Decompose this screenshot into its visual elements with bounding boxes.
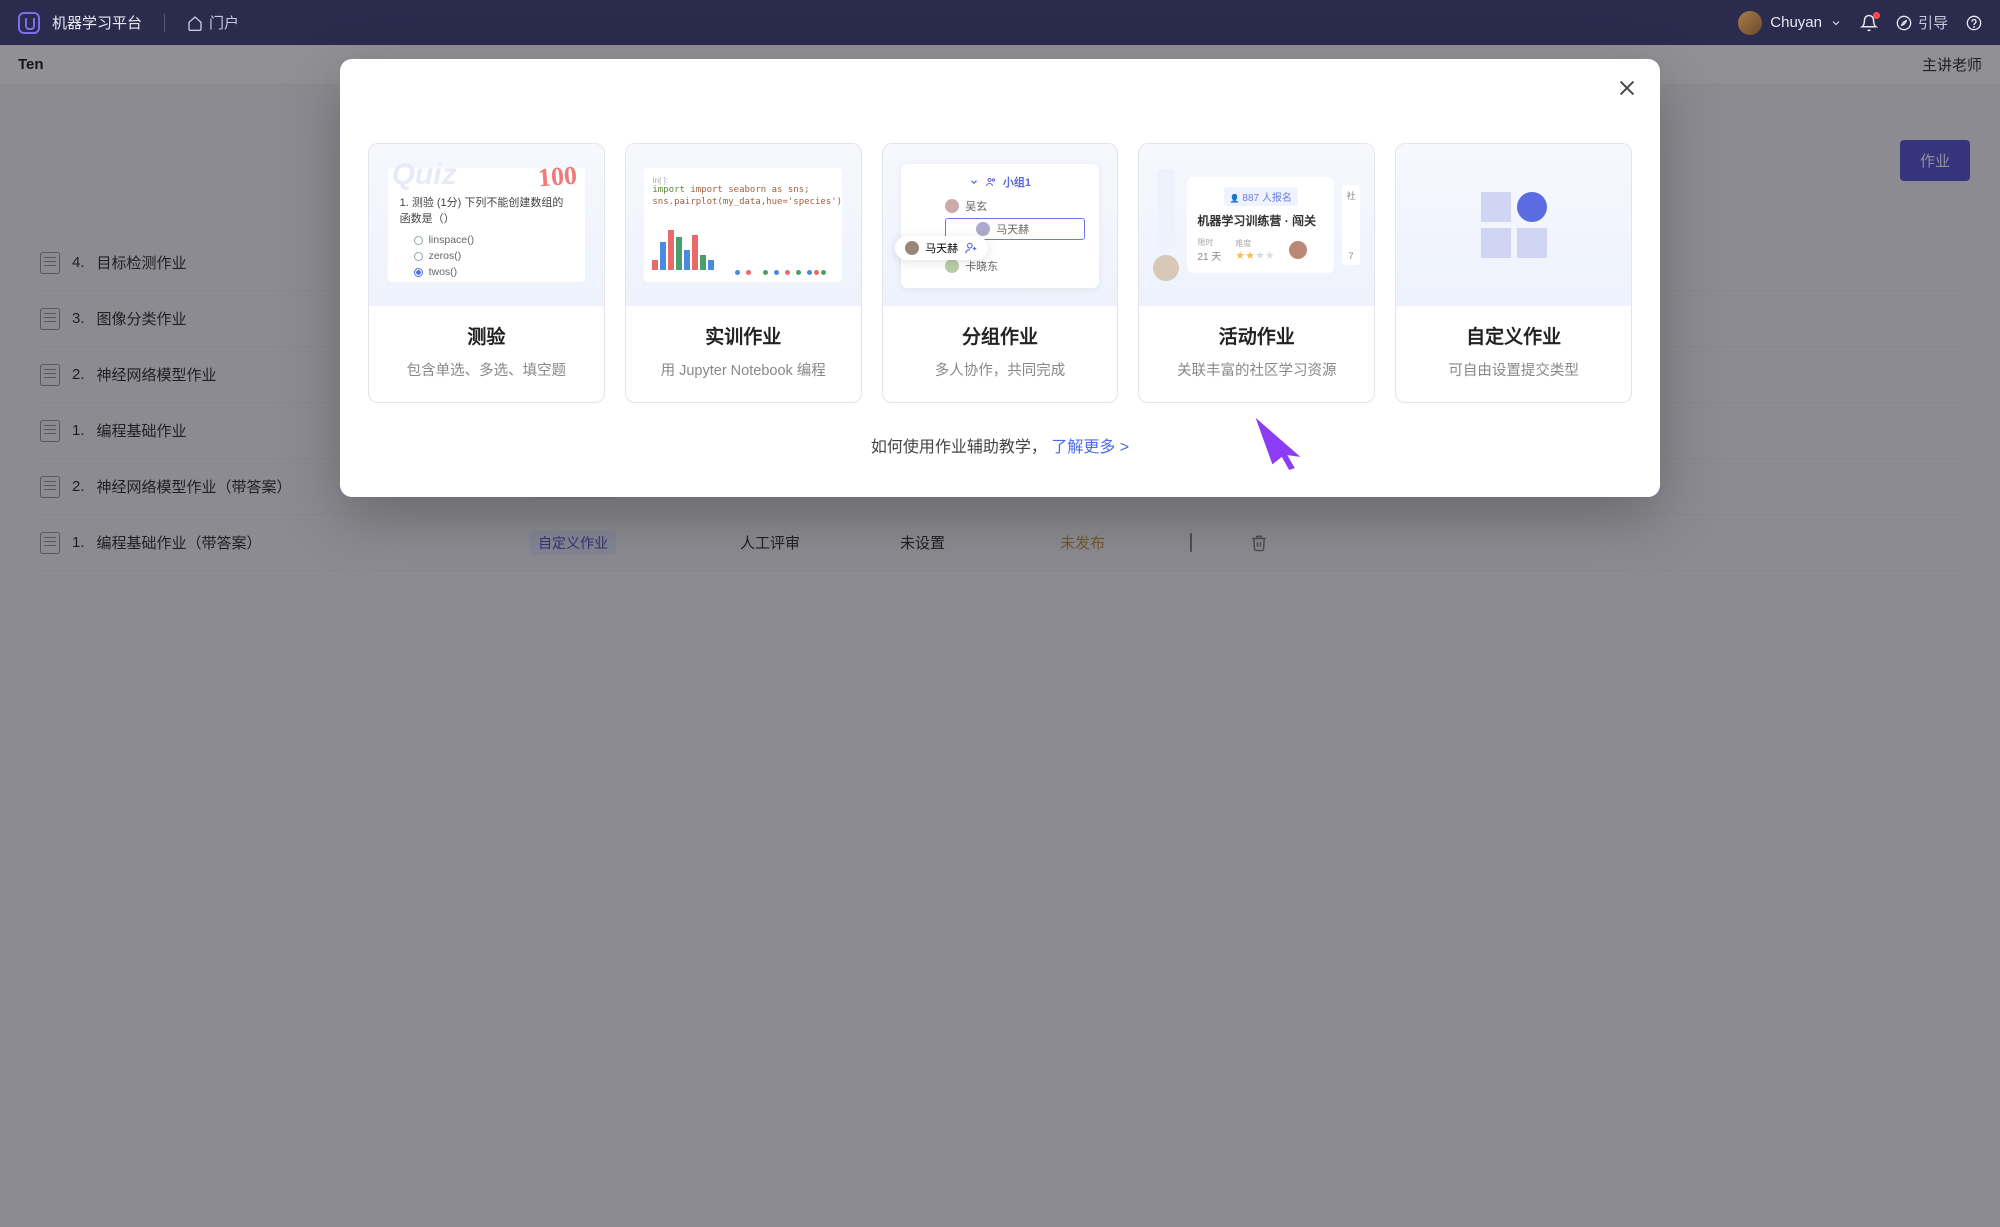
close-button[interactable] [1616, 77, 1638, 99]
quiz-brand-text: Quiz [392, 158, 457, 192]
chevron-down-icon [1830, 17, 1842, 29]
act-side-bar [1157, 169, 1175, 249]
portal-label: 门户 [209, 12, 239, 33]
card-quiz-preview: Quiz 100 1. 测验 (1分) 下列不能创建数组的函数是（） linsp… [369, 144, 604, 306]
card-group-title: 分组作业 [893, 322, 1108, 349]
avatar-icon [1738, 11, 1762, 35]
logo-icon [18, 12, 40, 34]
radio-icon [414, 268, 423, 277]
act-duration-label: 限时 [1197, 237, 1221, 248]
radio-icon [414, 236, 423, 245]
group-popup-user: 马天赫 [925, 240, 958, 256]
product-name: 机器学习平台 [52, 12, 142, 33]
act-duration-value: 21 天 [1197, 248, 1221, 263]
card-activity-desc: 关联丰富的社区学习资源 [1149, 359, 1364, 380]
card-custom-desc: 可自由设置提交类型 [1406, 359, 1621, 380]
card-notebook-desc: 用 Jupyter Notebook 编程 [636, 359, 851, 380]
act-side-label: 社 [1347, 189, 1356, 202]
nb-line-1: sns.pairplot(my_data,hue='species') [652, 197, 834, 209]
group-user-2: 卡晓东 [965, 258, 998, 274]
card-notebook-preview: In[ ]: import import seaborn as sns; sns… [626, 144, 861, 306]
chevron-down-icon [969, 177, 979, 187]
card-notebook[interactable]: In[ ]: import import seaborn as sns; sns… [625, 143, 862, 403]
radio-icon [414, 252, 423, 261]
act-tag: 887 人报名 [1242, 193, 1291, 204]
act-side-num: 7 [1349, 251, 1354, 261]
user-menu[interactable]: Chuyan [1738, 11, 1842, 35]
group-user-1: 马天赫 [996, 221, 1029, 237]
quiz-option-label: linspace() [429, 234, 475, 246]
card-notebook-title: 实训作业 [636, 322, 851, 349]
card-quiz-title: 测验 [379, 322, 594, 349]
card-activity-title: 活动作业 [1149, 322, 1364, 349]
quiz-score-text: 100 [537, 161, 578, 194]
card-quiz-desc: 包含单选、多选、填空题 [379, 359, 594, 380]
homework-type-modal: Quiz 100 1. 测验 (1分) 下列不能创建数组的函数是（） linsp… [340, 59, 1660, 497]
quiz-stem: 1. 测验 (1分) 下列不能创建数组的函数是（） [400, 194, 574, 226]
act-title: 机器学习训练营 · 闯关 [1197, 212, 1324, 229]
act-avatar-icon [1153, 255, 1179, 281]
custom-shapes-icon [1481, 192, 1547, 258]
quiz-option-label: zeros() [429, 250, 462, 262]
users-icon [985, 176, 997, 188]
compass-icon [1896, 15, 1912, 31]
learn-more-link[interactable]: 了解更多 > [1051, 439, 1129, 456]
modal-footer: 如何使用作业辅助教学， 了解更多 > [368, 433, 1632, 457]
home-icon [187, 15, 203, 31]
guide-button[interactable]: 引导 [1896, 12, 1948, 33]
card-custom-title: 自定义作业 [1406, 322, 1621, 349]
card-group-desc: 多人协作，共同完成 [893, 359, 1108, 380]
help-icon[interactable] [1966, 15, 1982, 31]
card-quiz[interactable]: Quiz 100 1. 测验 (1分) 下列不能创建数组的函数是（） linsp… [368, 143, 605, 403]
quiz-option-label: twos() [429, 266, 458, 278]
act-difficulty-label: 难度 [1235, 238, 1275, 249]
top-header: 机器学习平台 门户 Chuyan 引导 [0, 0, 2000, 45]
quiz-option: twos() [414, 266, 574, 278]
group-user-0: 吴玄 [965, 198, 987, 214]
portal-link[interactable]: 门户 [187, 12, 239, 33]
card-custom[interactable]: 自定义作业 可自由设置提交类型 [1395, 143, 1632, 403]
nb-code: import import seaborn as sns; sns.pairpl… [652, 185, 834, 208]
footer-text: 如何使用作业辅助教学， [871, 439, 1047, 456]
group-name: 小组1 [1003, 174, 1031, 190]
card-group[interactable]: 小组1 吴玄 马天赫 卡晓东 马天赫 分组 [882, 143, 1119, 403]
act-avatar-small-icon [1289, 241, 1307, 259]
card-custom-preview [1396, 144, 1631, 306]
stars-icon: ★★★★ [1235, 249, 1275, 262]
divider [164, 14, 165, 32]
card-activity-preview: 👤 887 人报名 机器学习训练营 · 闯关 限时 21 天 难度 ★★★★ [1139, 144, 1374, 306]
notifications-button[interactable] [1860, 14, 1878, 32]
group-popup: 马天赫 [895, 236, 988, 260]
close-icon [1616, 77, 1638, 99]
nb-bars-icon [652, 220, 714, 270]
quiz-option: linspace() [414, 234, 574, 246]
notification-dot-icon [1873, 12, 1880, 19]
nb-cell-label: In[ ]: [652, 176, 834, 185]
user-plus-icon [964, 241, 978, 255]
quiz-option: zeros() [414, 250, 574, 262]
guide-label: 引导 [1918, 12, 1948, 33]
nb-line-0: import seaborn as sns; [690, 185, 809, 195]
modal-overlay[interactable]: Quiz 100 1. 测验 (1分) 下列不能创建数组的函数是（） linsp… [0, 45, 2000, 1227]
card-activity[interactable]: 👤 887 人报名 机器学习训练营 · 闯关 限时 21 天 难度 ★★★★ [1138, 143, 1375, 403]
card-group-preview: 小组1 吴玄 马天赫 卡晓东 马天赫 [883, 144, 1118, 306]
user-name: Chuyan [1770, 14, 1822, 31]
